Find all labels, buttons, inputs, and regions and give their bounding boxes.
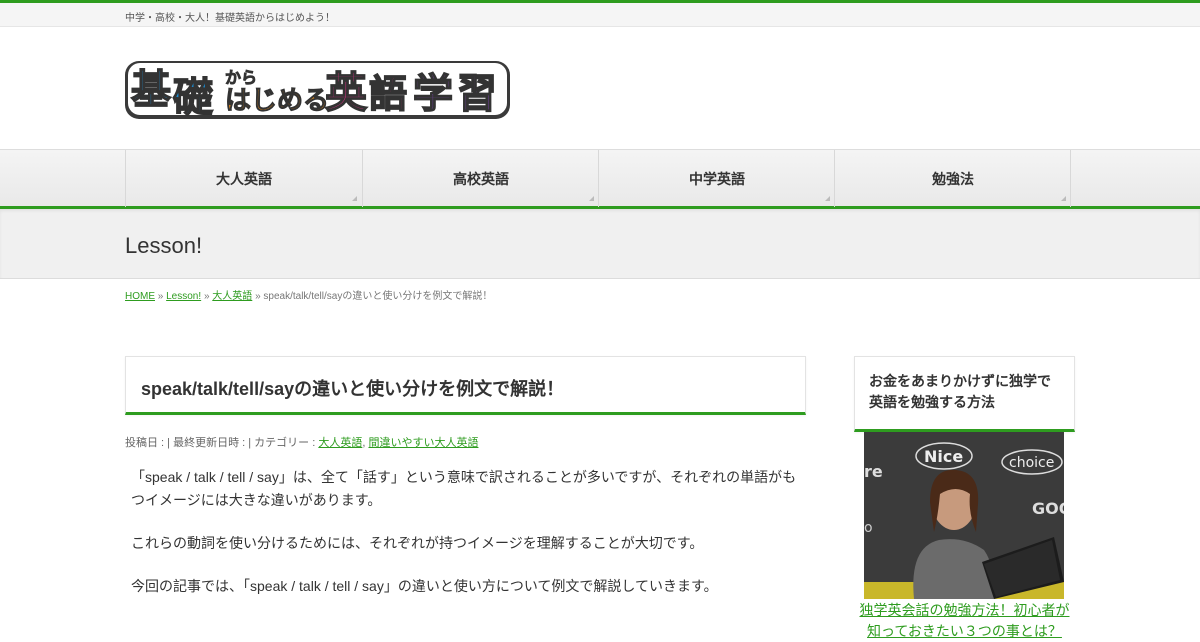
site-tagline: 中学・高校・大人！基礎英語からはじめよう！ (125, 13, 335, 24)
chalk-word: o (864, 520, 873, 536)
nav-item-label: 中学英語 (689, 170, 745, 187)
logo-char: 基 (131, 67, 171, 113)
top-bar: 中学・高校・大人！基礎英語からはじめよう！ (0, 0, 1200, 27)
chalk-word: Nice (924, 447, 963, 466)
logo-char: 学 (413, 71, 453, 117)
logo-char: から (225, 68, 257, 87)
sidebar-widget-heading-box: お金をあまりかけずに独学で英語を勉強する方法 (854, 356, 1075, 432)
sidebar-article-link[interactable]: 独学英会話の勉強方法！初心者が知っておきたい３つの事とは？ (854, 600, 1075, 642)
meta-prefix: 投稿日 : | 最終更新日時 : | カテゴリー : (125, 437, 319, 449)
logo-char: 英 (325, 68, 368, 117)
chalk-word: re (864, 462, 883, 481)
article-title: speak/talk/tell/sayの違いと使い分けを例文で解説！ (141, 379, 565, 399)
chalk-word: GOO (1032, 499, 1064, 518)
article-title-box: speak/talk/tell/sayの違いと使い分けを例文で解説！ (125, 356, 806, 415)
breadcrumb-separator: » (255, 291, 261, 302)
nav-divider (1070, 150, 1071, 207)
corner-triangle-icon (1061, 196, 1066, 201)
sidebar-widget-heading: お金をあまりかけずに独学で英語を勉強する方法 (869, 373, 1051, 410)
sidebar-article-thumbnail[interactable]: Nice choice GOO re o (864, 432, 1064, 599)
category-band: Lesson! (0, 209, 1200, 279)
sidebar: お金をあまりかけずに独学で英語を勉強する方法 Nice choice GOO r… (854, 356, 1075, 642)
logo-char: はじめる (225, 86, 329, 116)
category-title: Lesson! (125, 233, 203, 258)
logo-char: 習 (457, 71, 497, 117)
corner-triangle-icon (825, 196, 830, 201)
nav-item-label: 高校英語 (453, 170, 509, 187)
article-meta: 投稿日 : | 最終更新日時 : | カテゴリー : 大人英語, 間違いやすい大… (125, 434, 806, 450)
breadcrumb-adult-english-link[interactable]: 大人英語 (212, 291, 252, 302)
breadcrumb-home-link[interactable]: HOME (125, 291, 155, 302)
nav-item-high-school-english[interactable]: 高校英語 (362, 150, 599, 207)
nav-item-study-method[interactable]: 勉強法 (834, 150, 1071, 207)
category-link-mistaken-adult-english[interactable]: 間違いやすい大人英語 (368, 437, 478, 449)
corner-triangle-icon (352, 196, 357, 201)
nav-item-label: 勉強法 (932, 170, 974, 187)
logo-char: 語 (369, 72, 407, 116)
chalk-word: choice (1009, 455, 1054, 471)
nav-item-junior-high-english[interactable]: 中学英語 (598, 150, 835, 207)
nav-item-label: 大人英語 (216, 170, 272, 187)
site-logo[interactable]: 基 礎 から はじめる 英 語 学 習 (125, 59, 510, 121)
article-paragraph: 今回の記事では、「speak / talk / tell / say」の違いと使… (131, 578, 718, 594)
breadcrumb-lesson-link[interactable]: Lesson! (166, 291, 201, 302)
article-paragraph: 「speak / talk / tell / say」は、全て「話す」という意味… (131, 469, 797, 508)
breadcrumb-separator: » (157, 291, 164, 302)
nav-item-adult-english[interactable]: 大人英語 (125, 150, 362, 207)
category-link-adult-english[interactable]: 大人英語 (318, 437, 362, 449)
main-nav: 大人英語 高校英語 中学英語 勉強法 (0, 149, 1200, 209)
article-body: 「speak / talk / tell / say」は、全て「話す」という意味… (125, 466, 806, 598)
logo-char: 礎 (173, 75, 213, 121)
article-paragraph: これらの動詞を使い分けるためには、それぞれが持つイメージを理解することが大切です… (131, 535, 704, 551)
corner-triangle-icon (589, 196, 594, 201)
breadcrumb-current: speak/talk/tell/sayの違いと使い分けを例文で解説！ (263, 291, 493, 302)
breadcrumb-separator: » (203, 291, 210, 302)
breadcrumb: HOME » Lesson! » 大人英語 » speak/talk/tell/… (125, 287, 492, 302)
site-header: 基 礎 から はじめる 英 語 学 習 (0, 27, 1200, 149)
article: speak/talk/tell/sayの違いと使い分けを例文で解説！ 投稿日 :… (125, 356, 806, 618)
